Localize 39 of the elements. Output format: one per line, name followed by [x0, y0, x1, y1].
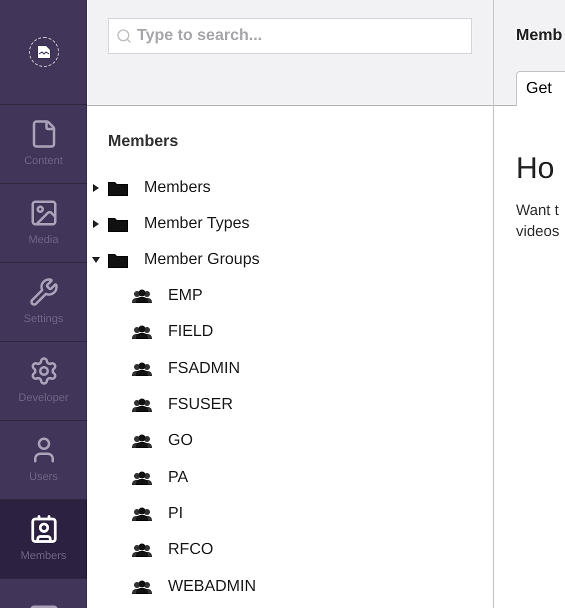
tree-item[interactable]: Member Types: [92, 206, 493, 242]
dashboard-tab[interactable]: Get: [516, 71, 565, 106]
tree-item[interactable]: PI: [108, 496, 493, 532]
dashboard-heading: Ho: [516, 154, 556, 184]
tree-item[interactable]: FSUSER: [108, 386, 493, 424]
media-icon: [28, 198, 58, 228]
dashboard-title: Memb: [516, 26, 564, 46]
group-icon: [132, 434, 152, 448]
tree-item[interactable]: FSADMIN: [108, 350, 493, 387]
tree-item[interactable]: PA: [108, 459, 493, 496]
settings-icon: [28, 276, 58, 307]
logo-icon[interactable]: [28, 37, 58, 67]
caret-icon[interactable]: [92, 184, 100, 192]
tree-item[interactable]: Members: [92, 170, 493, 206]
group-icon: [132, 580, 152, 594]
folder-icon: [108, 252, 128, 268]
dashboard-text: Want t videos: [516, 201, 560, 242]
search-icon: [116, 28, 132, 44]
folder-icon: [108, 180, 128, 196]
group-icon: [132, 325, 152, 340]
group-icon: [132, 470, 152, 485]
folder-icon: [108, 216, 128, 232]
caret-icon[interactable]: [92, 256, 100, 264]
tree-title: Members: [108, 132, 180, 152]
group-icon: [132, 362, 152, 376]
search-field[interactable]: Type to search...: [108, 18, 472, 54]
tree-item[interactable]: GO: [108, 423, 493, 460]
members-icon: [28, 514, 58, 544]
group-icon: [132, 543, 152, 558]
tree-item[interactable]: RFCO: [108, 532, 493, 568]
tree-item[interactable]: FIELD: [108, 314, 493, 351]
developer-icon: [28, 356, 58, 386]
tree-item[interactable]: Member Groups: [92, 242, 493, 278]
group-icon: [132, 506, 152, 521]
tree-item[interactable]: EMP: [108, 278, 493, 314]
group-icon: [132, 398, 152, 412]
group-icon: [132, 289, 152, 304]
caret-icon[interactable]: [92, 220, 100, 228]
tree-item[interactable]: WEBADMIN: [108, 568, 493, 605]
